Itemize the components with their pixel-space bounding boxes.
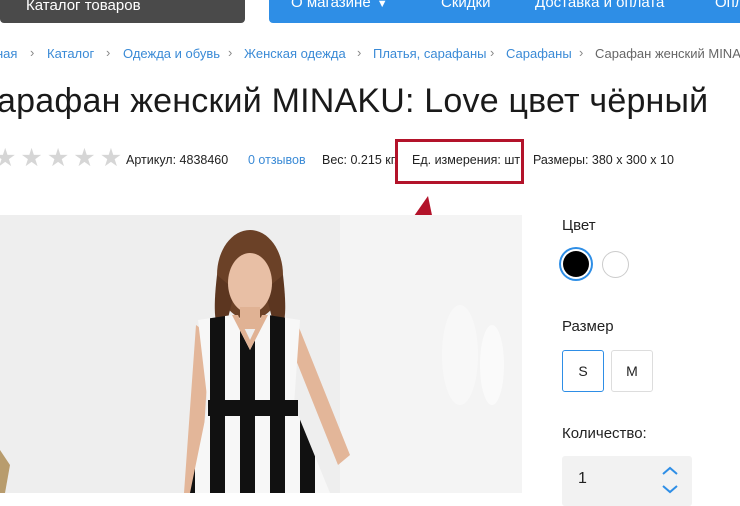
- breadcrumb-separator-icon: ›: [579, 45, 584, 60]
- color-swatch-white[interactable]: [602, 251, 629, 278]
- star-icon[interactable]: ★: [0, 146, 16, 171]
- color-swatch-black[interactable]: [563, 251, 589, 277]
- breadcrumb-dresses[interactable]: Платья, сарафаны: [373, 46, 487, 61]
- breadcrumb-separator-icon: ›: [30, 45, 35, 60]
- catalog-button[interactable]: Каталог товаров: [0, 0, 245, 23]
- nav-item-about[interactable]: О магазине ▼: [291, 0, 388, 11]
- star-icon[interactable]: ★: [73, 146, 95, 171]
- star-icon[interactable]: ★: [100, 146, 122, 171]
- product-weight: Вес: 0.215 кг.: [322, 153, 398, 167]
- product-image[interactable]: [0, 215, 522, 493]
- size-option-m[interactable]: M: [611, 350, 653, 392]
- chevron-up-icon[interactable]: [662, 466, 678, 475]
- breadcrumb-separator-icon: ›: [357, 45, 362, 60]
- star-icon[interactable]: ★: [20, 146, 42, 171]
- quantity-label: Количество:: [562, 425, 647, 442]
- top-nav: О магазине ▼ Скидки Доставка и оплата Опл: [269, 0, 740, 23]
- product-photo: [0, 215, 522, 493]
- size-label: Размер: [562, 318, 614, 335]
- breadcrumb-separator-icon: ›: [228, 45, 233, 60]
- page-title: арафан женский MINAKU: Love цвет чёрный: [0, 82, 709, 120]
- color-label: Цвет: [562, 217, 596, 234]
- breadcrumb-home[interactable]: ная: [0, 46, 17, 61]
- size-option-s[interactable]: S: [562, 350, 604, 392]
- nav-item-discounts[interactable]: Скидки: [441, 0, 490, 11]
- chevron-down-icon: ▼: [376, 0, 388, 10]
- rating-stars[interactable]: ★ ★ ★ ★ ★: [0, 146, 126, 171]
- nav-item-payment[interactable]: Опл: [715, 0, 740, 11]
- nav-item-label: Скидки: [441, 0, 491, 11]
- nav-item-delivery[interactable]: Доставка и оплата: [535, 0, 664, 11]
- catalog-button-label: Каталог товаров: [26, 0, 141, 14]
- nav-item-label: Доставка и оплата: [535, 0, 665, 11]
- breadcrumb-catalog[interactable]: Каталог: [47, 46, 94, 61]
- quantity-stepper[interactable]: 1: [562, 456, 692, 506]
- product-dimensions: Размеры: 380 x 300 x 10: [533, 153, 674, 167]
- star-icon[interactable]: ★: [47, 146, 69, 171]
- breadcrumb-womens[interactable]: Женская одежда: [244, 46, 346, 61]
- nav-item-label: Опл: [715, 0, 740, 11]
- highlight-box: [395, 139, 524, 184]
- chevron-down-icon[interactable]: [662, 485, 678, 494]
- breadcrumb-current: Сарафан женский MINAKU: [595, 46, 740, 61]
- product-sku: Артикул: 4838460: [126, 153, 229, 167]
- quantity-input[interactable]: 1: [578, 470, 587, 488]
- reviews-link[interactable]: 0 отзывов: [248, 153, 306, 167]
- nav-item-label: О магазине: [291, 0, 371, 11]
- breadcrumb-separator-icon: ›: [106, 45, 111, 60]
- breadcrumb-separator-icon: ›: [490, 45, 495, 60]
- quantity-arrows: [662, 466, 678, 494]
- breadcrumb-sundresses[interactable]: Сарафаны: [506, 46, 572, 61]
- breadcrumb-clothing[interactable]: Одежда и обувь: [123, 46, 220, 61]
